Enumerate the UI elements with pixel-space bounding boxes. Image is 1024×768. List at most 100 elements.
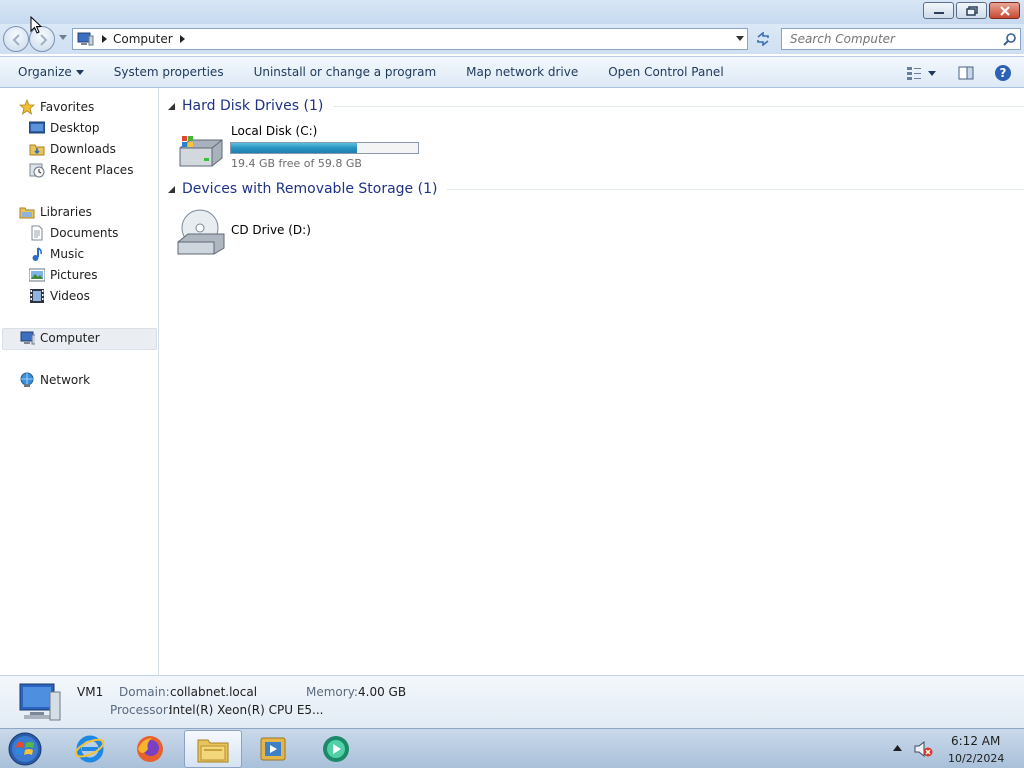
clock-time[interactable]: 6:12 AM bbox=[951, 734, 1000, 748]
sidebar-item-favorites[interactable]: Favorites bbox=[19, 97, 94, 117]
open-control-panel-button[interactable]: Open Control Panel bbox=[593, 65, 738, 79]
title-bar[interactable] bbox=[0, 0, 1024, 24]
music-note-icon bbox=[29, 246, 45, 262]
collapse-triangle-icon[interactable] bbox=[168, 185, 175, 193]
app-icon bbox=[323, 736, 349, 762]
sidebar-item-documents[interactable]: Documents bbox=[29, 223, 118, 243]
sidebar-item-label: Favorites bbox=[40, 100, 95, 114]
taskbar-app[interactable] bbox=[307, 730, 365, 768]
sidebar-item-label: Network bbox=[40, 373, 91, 387]
sidebar-item-pictures[interactable]: Pictures bbox=[29, 265, 98, 285]
uninstall-program-button[interactable]: Uninstall or change a program bbox=[239, 65, 452, 79]
pictures-icon bbox=[29, 267, 45, 283]
sidebar-item-music[interactable]: Music bbox=[29, 244, 84, 264]
taskbar-internet-explorer[interactable] bbox=[61, 730, 119, 768]
breadcrumb-chevron-icon[interactable] bbox=[102, 35, 107, 43]
address-dropdown-icon[interactable] bbox=[736, 36, 744, 42]
group-divider bbox=[333, 105, 1024, 107]
navigation-pane: Favorites Desktop Downloads Recent Place… bbox=[0, 88, 159, 675]
group-header-hard-disk-drives[interactable]: Hard Disk Drives (1) bbox=[168, 98, 1024, 114]
chevron-down-icon bbox=[928, 70, 936, 76]
recent-places-icon bbox=[29, 162, 45, 178]
sidebar-item-label: Desktop bbox=[50, 121, 100, 135]
search-box[interactable] bbox=[781, 28, 1021, 50]
videos-icon bbox=[29, 288, 45, 304]
cd-drive-icon bbox=[177, 209, 225, 255]
group-title: Hard Disk Drives (1) bbox=[182, 98, 324, 114]
taskbar-firefox[interactable] bbox=[121, 730, 179, 768]
sidebar-item-label: Documents bbox=[50, 226, 119, 240]
svg-text:?: ? bbox=[1000, 66, 1007, 80]
windows-start-icon bbox=[8, 732, 42, 766]
close-button[interactable] bbox=[989, 2, 1020, 19]
sidebar-item-libraries[interactable]: Libraries bbox=[19, 202, 92, 222]
address-row: Computer bbox=[0, 24, 1024, 54]
computer-icon bbox=[77, 32, 94, 46]
organize-label: Organize bbox=[18, 65, 72, 79]
memory-value: 4.00 GB bbox=[358, 685, 407, 699]
refresh-button[interactable] bbox=[750, 28, 776, 50]
sidebar-item-label: Music bbox=[50, 247, 85, 261]
memory-label: Memory: bbox=[306, 685, 358, 699]
show-hidden-icons-icon[interactable] bbox=[893, 745, 902, 751]
minimize-button[interactable] bbox=[923, 2, 954, 19]
drive-name: CD Drive (D:) bbox=[231, 223, 311, 237]
command-bar: Organize System properties Uninstall or … bbox=[0, 56, 1024, 88]
domain-value: collabnet.local bbox=[170, 685, 258, 699]
change-view-button[interactable] bbox=[906, 66, 936, 80]
sidebar-item-label: Computer bbox=[40, 331, 100, 345]
sidebar-item-desktop[interactable]: Desktop bbox=[29, 118, 100, 138]
clock-date[interactable]: 10/2/2024 bbox=[948, 752, 1004, 765]
taskbar-file-explorer[interactable] bbox=[184, 730, 242, 768]
sidebar-item-label: Pictures bbox=[50, 268, 98, 282]
view-options-icon bbox=[907, 67, 921, 80]
drive-local-disk-c[interactable]: Local Disk (C:) 19.4 GB free of 59.8 GB bbox=[176, 124, 426, 172]
organize-button[interactable]: Organize bbox=[0, 65, 99, 79]
search-icon[interactable] bbox=[1003, 33, 1016, 46]
domain-label: Domain: bbox=[119, 685, 170, 699]
help-icon[interactable]: ? bbox=[994, 64, 1012, 82]
drive-free-space: 19.4 GB free of 59.8 GB bbox=[231, 157, 362, 170]
details-pane: VM1 Domain: collabnet.local Memory: 4.00… bbox=[0, 675, 1024, 728]
hard-drive-icon bbox=[179, 136, 223, 167]
preview-pane-icon[interactable] bbox=[958, 66, 974, 80]
computer-name: VM1 bbox=[77, 685, 104, 699]
sidebar-item-videos[interactable]: Videos bbox=[29, 286, 90, 306]
drive-cd-d[interactable]: CD Drive (D:) bbox=[176, 208, 376, 256]
sidebar-item-network[interactable]: Network bbox=[19, 370, 90, 390]
content-area: Hard Disk Drives (1) Local Disk (C:) 19.… bbox=[160, 88, 1024, 675]
search-input[interactable] bbox=[790, 32, 1000, 46]
star-icon bbox=[19, 99, 35, 115]
sidebar-item-downloads[interactable]: Downloads bbox=[29, 139, 116, 159]
drive-name: Local Disk (C:) bbox=[231, 124, 318, 138]
computer-large-icon bbox=[19, 683, 61, 721]
start-button[interactable] bbox=[6, 731, 44, 767]
sidebar-item-label: Downloads bbox=[50, 142, 116, 156]
recent-pages-chevron-icon[interactable] bbox=[59, 35, 67, 41]
libraries-icon bbox=[19, 204, 35, 220]
map-network-drive-button[interactable]: Map network drive bbox=[451, 65, 593, 79]
refresh-icon bbox=[757, 32, 769, 46]
address-bar[interactable]: Computer bbox=[72, 28, 748, 50]
breadcrumb-computer[interactable]: Computer bbox=[113, 32, 173, 46]
desktop-icon bbox=[29, 120, 45, 136]
processor-value: Intel(R) Xeon(R) CPU E5... bbox=[169, 703, 324, 717]
restore-button[interactable] bbox=[956, 2, 987, 19]
drive-usage-fill bbox=[231, 143, 358, 153]
sidebar-item-recent-places[interactable]: Recent Places bbox=[29, 160, 133, 180]
sidebar-item-label: Videos bbox=[50, 289, 90, 303]
sidebar-item-label: Recent Places bbox=[50, 163, 134, 177]
internet-explorer-icon bbox=[74, 735, 105, 763]
view-controls: ? bbox=[906, 64, 1012, 82]
volume-muted-icon[interactable] bbox=[913, 739, 933, 759]
group-divider bbox=[447, 188, 1024, 190]
collapse-triangle-icon[interactable] bbox=[168, 102, 175, 110]
breadcrumb-chevron-icon[interactable] bbox=[179, 35, 185, 43]
group-header-removable-storage[interactable]: Devices with Removable Storage (1) bbox=[168, 181, 1024, 197]
system-properties-button[interactable]: System properties bbox=[99, 65, 239, 79]
processor-label: Processor: bbox=[110, 703, 172, 717]
taskbar-media-player[interactable] bbox=[244, 730, 302, 768]
close-icon bbox=[999, 5, 1010, 16]
sidebar-item-computer[interactable]: Computer bbox=[19, 328, 100, 348]
back-button[interactable] bbox=[3, 26, 29, 52]
